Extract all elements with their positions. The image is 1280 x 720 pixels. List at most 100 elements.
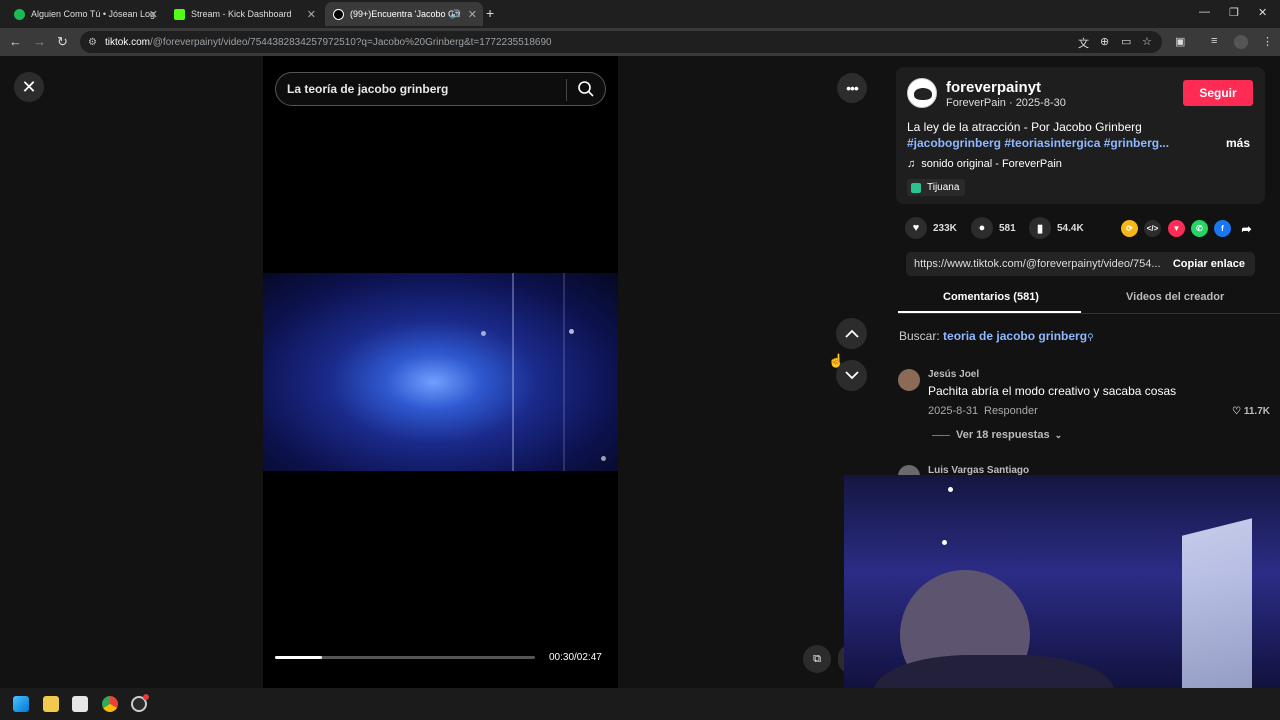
engagement-bar: ♥ 233K ● 581 ▮ 54.4K ⟳ </> ▼ ✆ f ➦ (896, 217, 1265, 241)
light-streak (512, 273, 514, 471)
share-icon[interactable]: ➦ (1238, 220, 1255, 237)
search-icon: ⚲ (1087, 332, 1094, 342)
more-options-button[interactable]: ••• (837, 73, 867, 103)
cast-icon[interactable]: ▭ (1121, 35, 1131, 48)
sound-link[interactable]: ♫ sonido original - ForeverPain (907, 158, 1062, 170)
comment-item: Jesús Joel Pachita abría el modo creativ… (898, 369, 1270, 449)
heart-icon: ♥ (905, 217, 927, 239)
chevron-up-icon (844, 329, 859, 338)
chevron-down-icon (844, 371, 859, 380)
commenter-name[interactable]: Jesús Joel (928, 369, 979, 380)
facebook-icon[interactable]: f (1214, 220, 1231, 237)
minimize-icon[interactable]: — (1199, 6, 1210, 18)
site-info-icon[interactable]: ⚙ (88, 37, 97, 48)
search-divider (566, 79, 567, 101)
close-video-button[interactable]: ✕ (14, 72, 44, 102)
sidepanel-icon[interactable]: ▣ (1175, 35, 1185, 48)
like-button[interactable]: ♥ 233K (905, 217, 957, 239)
send-icon[interactable]: ▼ (1168, 220, 1185, 237)
whatsapp-icon[interactable]: ✆ (1191, 220, 1208, 237)
menu-kebab-icon[interactable]: ⋮ (1262, 35, 1273, 48)
forward-icon[interactable]: → (33, 34, 46, 49)
new-tab-button[interactable]: + (486, 5, 494, 21)
search-prefix: Buscar: (899, 329, 940, 343)
browser-tab-strip: Alguien Como Tú • Jósean Log ✕ Stream - … (0, 0, 1280, 28)
save-count: 54.4K (1057, 222, 1084, 234)
ceiling-light (948, 487, 953, 492)
view-replies-button[interactable]: Ver 18 respuestas ⌄ (932, 429, 1062, 441)
video-description: La ley de la atracción - Por Jacobo Grin… (907, 120, 1142, 134)
location-label: Tijuana (927, 182, 960, 193)
pip-icon: ⧉ (813, 652, 821, 665)
video-player[interactable]: La teoría de jacobo grinberg 00:30/02:47 (263, 56, 618, 688)
app-icon[interactable] (72, 696, 88, 712)
copy-link-button[interactable]: Copiar enlace (1173, 258, 1245, 270)
search-suggestion[interactable]: Buscar: teoria de jacobo grinberg⚲ (899, 329, 1094, 343)
tab-title: (99+)Encuentra 'Jacobo Gri (350, 9, 461, 19)
follow-button[interactable]: Seguir (1183, 80, 1253, 106)
tab-comments[interactable]: Comentarios (581) (943, 291, 1039, 303)
comment-button[interactable]: ● 581 (971, 217, 1016, 239)
video-search-input[interactable]: La teoría de jacobo grinberg (275, 72, 606, 106)
commenter-avatar[interactable] (898, 369, 920, 391)
floating-player-button[interactable]: ⧉ (803, 645, 831, 673)
location-icon (911, 182, 921, 193)
comment-icon: ● (971, 217, 993, 239)
embed-icon[interactable]: </> (1144, 220, 1161, 237)
translate-icon[interactable]: 文 (1078, 35, 1089, 51)
more-dots-icon: ••• (846, 80, 859, 96)
mouse-cursor: ☝ (828, 353, 845, 368)
share-url[interactable]: https://www.tiktok.com/@foreverpainyt/vi… (914, 258, 1161, 270)
back-icon[interactable]: ← (9, 34, 22, 49)
tab-creator-videos[interactable]: Videos del creador (1126, 291, 1224, 303)
reload-icon[interactable]: ↻ (57, 34, 68, 50)
address-toolbar: ← → ↻ ⚙ tiktok.com /@foreverpainyt/video… (0, 28, 1280, 56)
hashtags[interactable]: #jacobogrinberg #teoriasintergica #grinb… (907, 136, 1169, 150)
file-explorer-icon[interactable] (43, 696, 59, 712)
music-note-icon: ♫ (907, 158, 916, 170)
panel-tabs: Comentarios (581) Videos del creador (898, 284, 1280, 314)
active-tab-indicator (898, 311, 1081, 313)
spotify-icon (14, 8, 25, 20)
video-frame[interactable] (263, 273, 618, 471)
ceiling-light (942, 540, 947, 545)
zoom-icon[interactable]: ⊕ (1100, 35, 1109, 48)
search-value: La teoría de jacobo grinberg (287, 82, 449, 96)
author-card: foreverpainyt ForeverPain · 2025-8-30 Se… (896, 67, 1265, 204)
chevron-down-icon: ⌄ (1054, 429, 1063, 440)
close-icon[interactable]: ✕ (149, 8, 158, 21)
media-icon[interactable]: ≡ (1211, 35, 1217, 47)
author-username[interactable]: foreverpainyt (946, 79, 1041, 96)
close-icon[interactable]: ✕ (307, 8, 316, 21)
restore-icon[interactable]: ❐ (1229, 6, 1239, 19)
save-button[interactable]: ▮ 54.4K (1029, 217, 1084, 239)
close-icon[interactable]: ✕ (468, 8, 477, 21)
window-close-icon[interactable]: ✕ (1258, 6, 1267, 19)
video-stage: ✕ La teoría de jacobo grinberg 00:30/02:… (0, 56, 880, 688)
progress-bar[interactable] (275, 656, 535, 659)
more-description-button[interactable]: más (1226, 136, 1250, 150)
comment-like-button[interactable]: ♡ 11.7K (1232, 406, 1270, 417)
speaker-icon[interactable]: 🔊 (450, 9, 461, 20)
repost-icon[interactable]: ⟳ (1121, 220, 1138, 237)
bookmark-star-icon[interactable]: ☆ (1142, 35, 1152, 48)
search-icon[interactable] (577, 80, 595, 98)
notification-badge (143, 694, 149, 700)
tab-spotify[interactable]: Alguien Como Tú • Jósean Log ✕ (6, 4, 164, 24)
search-query: teoria de jacobo grinberg (943, 329, 1088, 343)
like-count: 233K (933, 222, 957, 234)
previous-video-button[interactable] (836, 318, 867, 349)
tab-tiktok[interactable]: (99+)Encuentra 'Jacobo Gri 🔊 ✕ (325, 2, 483, 26)
tab-kick[interactable]: Stream - Kick Dashboard ✕ (166, 4, 322, 24)
address-bar[interactable]: ⚙ tiktok.com /@foreverpainyt/video/75443… (80, 31, 1162, 53)
location-chip[interactable]: Tijuana (907, 179, 966, 196)
windows-taskbar (0, 688, 1280, 720)
author-avatar[interactable] (907, 78, 937, 108)
reply-button[interactable]: Responder (984, 405, 1038, 417)
profile-avatar[interactable] (1234, 35, 1248, 49)
start-icon[interactable] (13, 696, 29, 712)
tab-title: Alguien Como Tú • Jósean Log (31, 9, 156, 19)
light-streak (563, 273, 565, 471)
bookmark-icon: ▮ (1029, 217, 1051, 239)
chrome-icon[interactable] (102, 696, 118, 712)
